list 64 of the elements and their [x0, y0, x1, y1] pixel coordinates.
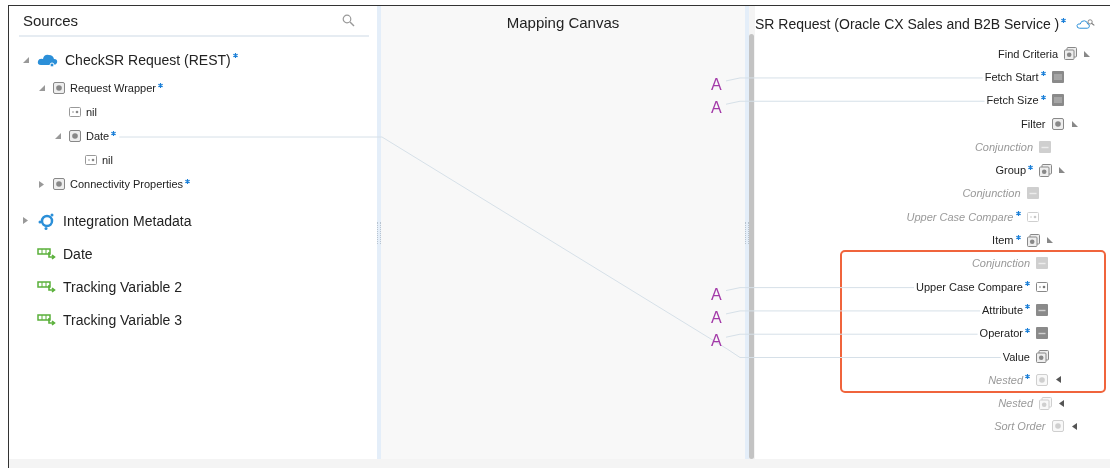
mapping-marker[interactable]: A: [711, 306, 722, 329]
triangle-icon[interactable]: [1046, 237, 1053, 243]
triangle-icon[interactable]: [1059, 399, 1064, 407]
tree-node-label[interactable]: Integration Metadata: [63, 212, 192, 229]
object-icon: [1051, 420, 1064, 433]
tree-node-label[interactable]: Tracking Variable 2: [63, 278, 183, 295]
object-icon: [1051, 117, 1064, 130]
resize-handle[interactable]: [745, 6, 749, 459]
field-label[interactable]: Find Criteria: [998, 47, 1058, 60]
object-icon: [53, 178, 65, 190]
field-label[interactable]: Group: [995, 164, 1026, 177]
field-label[interactable]: Value: [1002, 350, 1030, 363]
stacked-object-icon: [1039, 163, 1052, 177]
stacked-object-icon: [1036, 350, 1049, 363]
panel-title: Sources: [23, 12, 79, 29]
triangle-icon[interactable]: [1056, 376, 1061, 384]
field-label[interactable]: Filter: [1021, 117, 1046, 130]
mapping-marker[interactable]: A: [711, 97, 722, 120]
text-field-icon: [1036, 327, 1048, 340]
tree-node-label[interactable]: nil: [102, 154, 113, 166]
object-icon: [1036, 373, 1048, 386]
field-label[interactable]: Fetch Start: [984, 70, 1039, 83]
tree-node-label[interactable]: Date: [86, 130, 110, 142]
text-field-icon: [1039, 140, 1051, 153]
toggle-field-icon: [85, 155, 97, 165]
mapping-marker[interactable]: A: [711, 330, 722, 353]
toggle-field-icon: [69, 107, 81, 117]
object-icon: [69, 130, 81, 142]
triangle-icon[interactable]: [1071, 120, 1078, 127]
mapping-marker[interactable]: A: [711, 73, 722, 96]
text-field-icon: [1036, 303, 1048, 316]
search-icon[interactable]: [342, 14, 355, 27]
field-label[interactable]: Upper Case Compare: [916, 280, 1023, 293]
tree-node-label[interactable]: CheckSR Request (REST): [65, 51, 231, 68]
field-label[interactable]: Fetch Size: [986, 94, 1039, 107]
canvas-title: Mapping Canvas: [506, 14, 620, 32]
tracking-icon: [37, 246, 57, 261]
tree-node-label[interactable]: nil: [86, 106, 97, 118]
tracking-icon: [37, 279, 57, 294]
tree-node-label[interactable]: Tracking Variable 3: [63, 311, 183, 328]
tree-node-label[interactable]: Connectivity Properties: [70, 178, 184, 190]
text-field-icon: [1036, 257, 1048, 270]
field-label[interactable]: Item: [992, 234, 1014, 246]
triangle-icon[interactable]: [1071, 422, 1077, 430]
stacked-object-icon: [1064, 47, 1077, 61]
toggle-field-icon: [1036, 281, 1048, 292]
number-field-icon: [1051, 70, 1064, 83]
scrollbar[interactable]: [749, 34, 754, 459]
stacked-object-icon: [1026, 233, 1040, 247]
object-icon: [53, 82, 65, 94]
text-field-icon: [1026, 187, 1039, 200]
number-field-icon: [1051, 94, 1064, 107]
cloud-search-icon[interactable]: [1076, 16, 1096, 32]
stacked-object-icon: [1039, 396, 1052, 410]
field-label[interactable]: Operator: [979, 327, 1023, 340]
tracking-icon: [37, 312, 57, 327]
tree-node-label[interactable]: Request Wrapper: [70, 82, 156, 94]
triangle-icon[interactable]: [1084, 50, 1090, 57]
tree-node-label[interactable]: Date: [63, 245, 93, 262]
panel-title: SR Request (Oracle CX Sales and B2B Service ): [755, 16, 1060, 32]
field-label[interactable]: Attribute: [982, 303, 1023, 316]
toggle-field-icon: [1026, 211, 1039, 222]
mapping-marker[interactable]: A: [711, 283, 722, 306]
triangle-icon[interactable]: [1059, 167, 1065, 174]
